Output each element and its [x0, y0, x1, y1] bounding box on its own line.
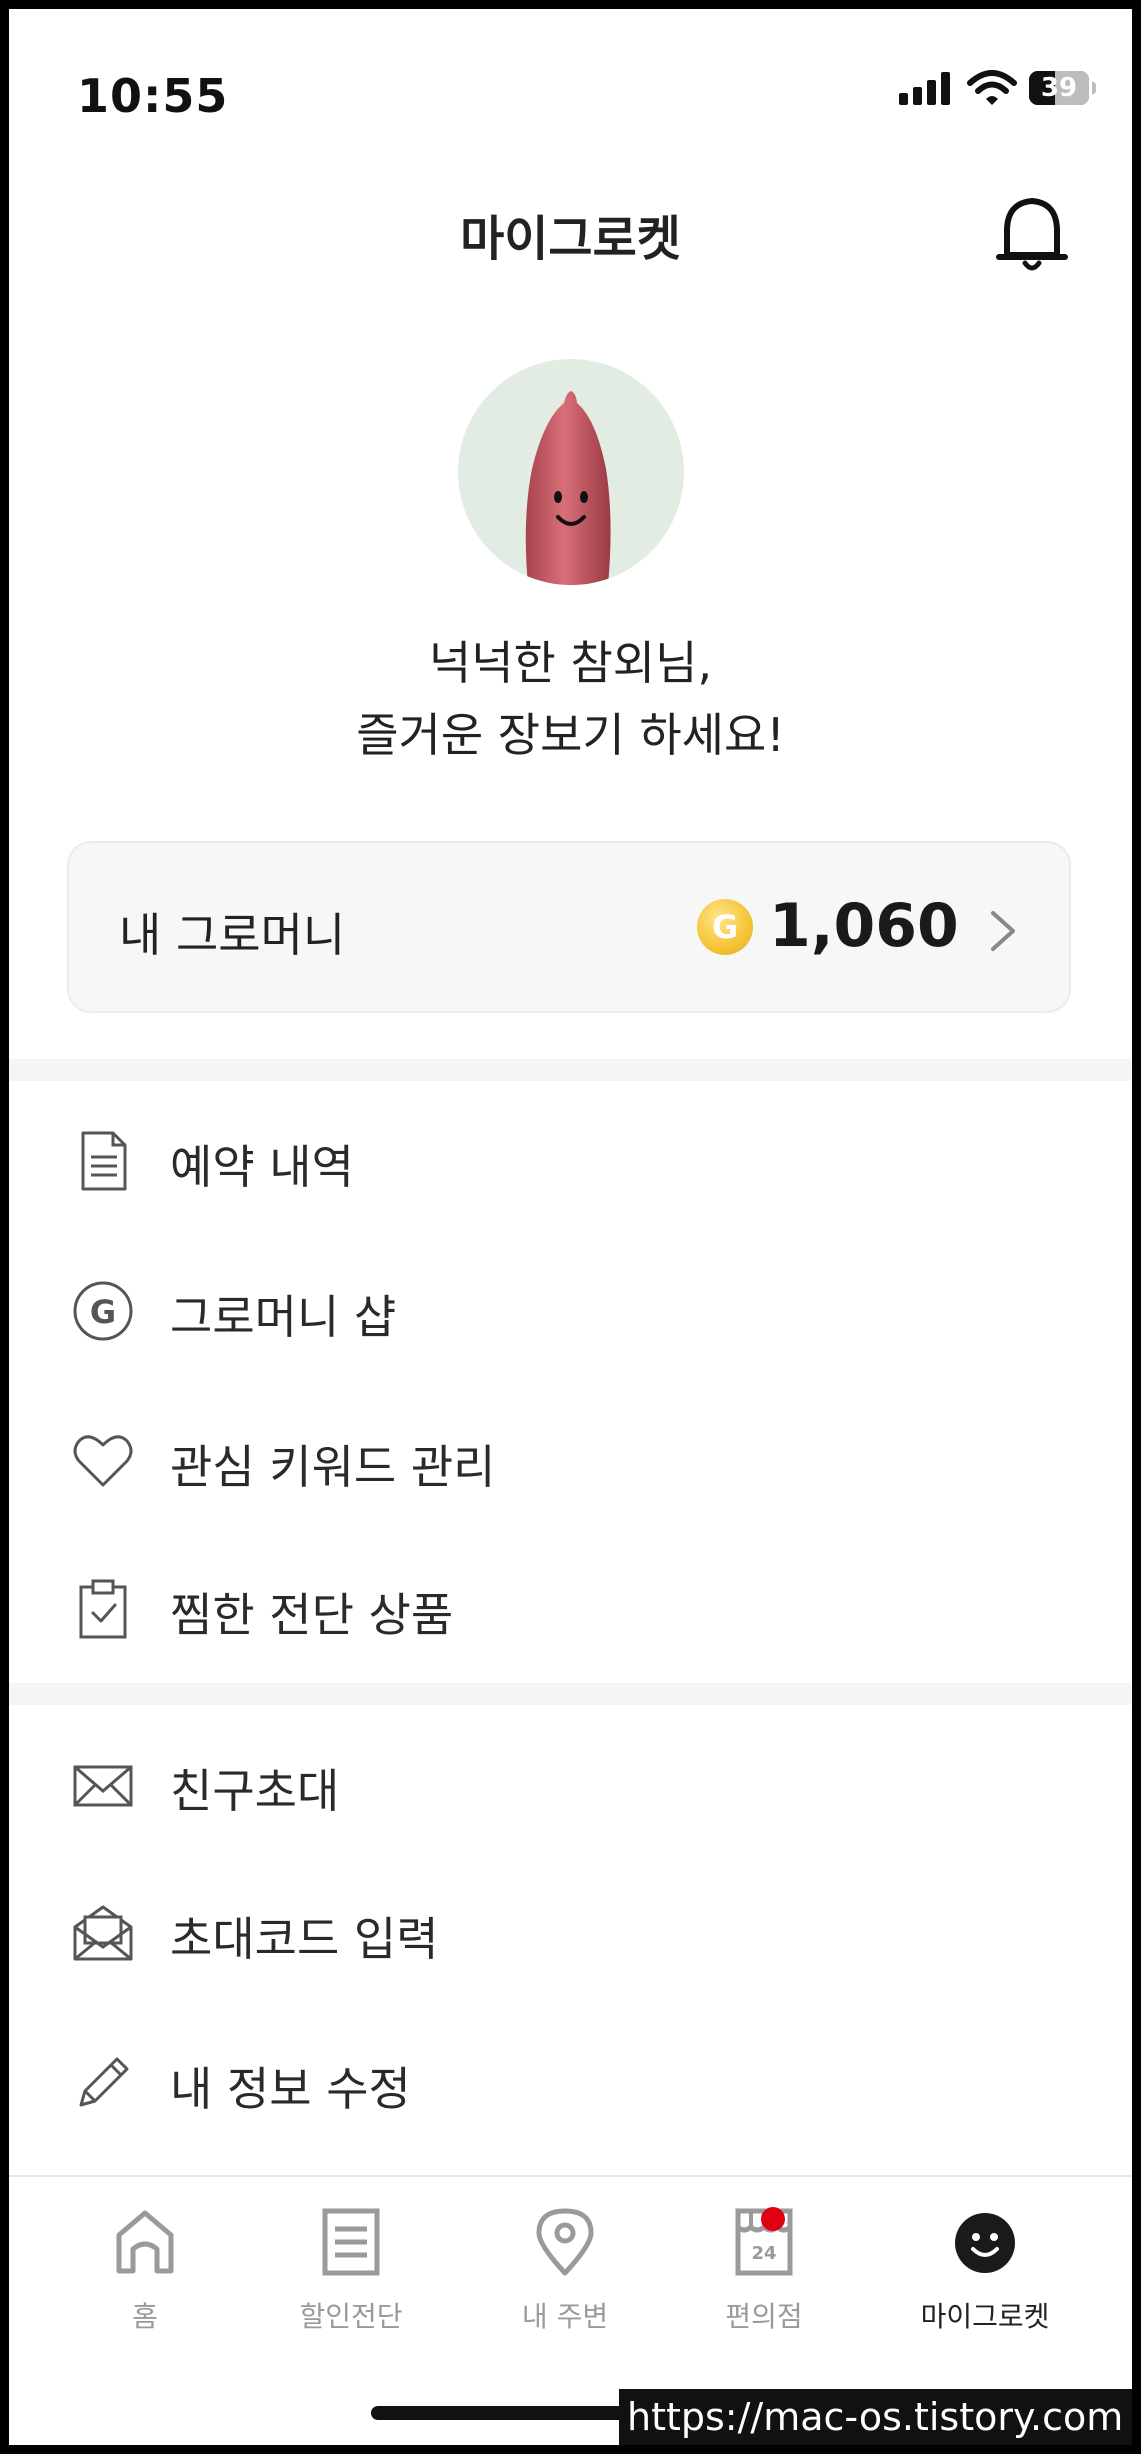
location-pin-icon: [536, 2208, 594, 2276]
tab-label: 할인전단: [299, 2300, 403, 2333]
tab-home[interactable]: 홈: [65, 2199, 225, 2339]
smiley-icon: [955, 2213, 1015, 2273]
envelope-icon: [73, 1765, 133, 1807]
menu-item-label: 그로머니 샵: [170, 1290, 397, 1344]
tab-nearby[interactable]: 내 주변: [485, 2199, 645, 2339]
cellular-signal-icon: [899, 71, 953, 105]
page-title: 마이그로켓: [460, 211, 681, 267]
gromoney-label: 내 그로머니: [119, 908, 346, 962]
store-number: 24: [751, 2243, 776, 2264]
status-time: 10:55: [77, 69, 229, 123]
tab-label: 내 주변: [521, 2300, 609, 2333]
wifi-icon: [967, 70, 1017, 105]
menu-item-keywords[interactable]: 관심 키워드 관리: [9, 1401, 1132, 1521]
menu-item-gromoney-shop[interactable]: G 그로머니 샵: [9, 1251, 1132, 1371]
menu-item-invite-friends[interactable]: 친구초대: [9, 1725, 1132, 1845]
document-icon: [81, 1131, 127, 1191]
g-coin-icon: G: [73, 1281, 133, 1341]
pencil-icon: [79, 2057, 129, 2107]
tab-flyers[interactable]: 할인전단: [271, 2199, 431, 2339]
menu-item-edit-profile[interactable]: 내 정보 수정: [9, 2023, 1132, 2143]
app-screen: 10:55 39 마이그로켓 넉넉한 참외님, 즐거운 장보기 하세요! 내 그…: [9, 9, 1132, 2445]
section-divider: [9, 1683, 1132, 1705]
menu-item-invite-code[interactable]: 초대코드 입력: [9, 1873, 1132, 1993]
tab-my-grocket[interactable]: 마이그로켓: [905, 2199, 1065, 2339]
menu-item-reservations[interactable]: 예약 내역: [9, 1101, 1132, 1221]
bell-icon[interactable]: [995, 191, 1069, 275]
menu-item-label: 찜한 전단 상품: [170, 1588, 454, 1642]
tab-label: 홈: [132, 2300, 158, 2333]
home-icon: [116, 2210, 174, 2274]
coin-symbol: G: [711, 908, 739, 946]
heart-icon: [73, 1435, 133, 1487]
open-envelope-icon: [73, 1905, 133, 1961]
sweet-potato-character-icon: [525, 391, 611, 585]
greeting-line-2: 즐거운 장보기 하세요!: [356, 708, 785, 762]
menu-item-saved-products[interactable]: 찜한 전단 상품: [9, 1549, 1132, 1669]
notification-dot: [761, 2207, 785, 2231]
flyer-icon: [322, 2208, 380, 2276]
avatar[interactable]: [458, 359, 684, 585]
gromoney-amount: 1,060: [769, 891, 959, 961]
tab-label: 편의점: [725, 2300, 803, 2333]
svg-text:G: G: [90, 1293, 116, 1331]
gromoney-card[interactable]: 내 그로머니 G 1,060: [67, 841, 1071, 1013]
clipboard-check-icon: [79, 1579, 127, 1639]
section-divider: [9, 1059, 1132, 1081]
battery-icon: 39: [1029, 71, 1096, 105]
tab-label: 마이그로켓: [920, 2300, 1050, 2333]
menu-item-label: 초대코드 입력: [170, 1912, 439, 1966]
menu-item-label: 친구초대: [170, 1764, 340, 1818]
menu-item-label: 내 정보 수정: [170, 2062, 411, 2116]
watermark: https://mac-os.tistory.com: [619, 2389, 1132, 2445]
chevron-right-icon: [991, 911, 1015, 951]
battery-level: 39: [1040, 73, 1078, 103]
menu-item-label: 예약 내역: [170, 1140, 354, 1194]
status-bar: 10:55 39: [9, 9, 1132, 123]
coin-icon: G: [697, 899, 753, 955]
menu-item-label: 관심 키워드 관리: [170, 1440, 496, 1494]
greeting-line-1: 넉넉한 참외님,: [428, 636, 713, 690]
